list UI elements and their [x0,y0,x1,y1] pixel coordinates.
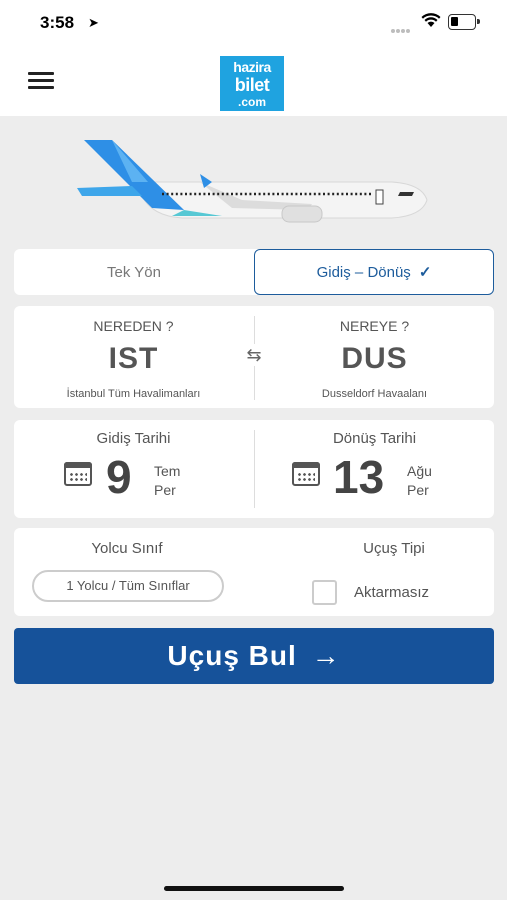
round-trip-label: Gidiş – Dönüş [316,263,411,281]
home-indicator[interactable] [164,886,344,891]
hamburger-menu-icon[interactable] [28,72,54,90]
logo-line-1: hazira [233,59,271,75]
location-arrow-icon: ➤ [88,15,99,30]
nonstop-label[interactable]: Aktarmasız [354,584,429,601]
departure-day: 9 [106,451,132,503]
destination-selector[interactable]: NEREYE ? DUS Dusseldorf Havaalanı [255,306,494,408]
origin-code: IST [108,342,159,375]
return-date-label: Dönüş Tarihi [332,430,417,447]
arrow-right-icon: → [311,640,341,671]
calendar-icon [64,462,92,486]
passenger-card: Yolcu Sınıf 1 Yolcu / Tüm Sınıflar Uçuş … [14,528,494,616]
destination-code: DUS [341,342,408,375]
airplane-illustration [77,140,428,223]
return-month-weekday: Ağu Per [407,462,432,500]
return-weekday: Per [407,482,429,498]
departure-date-label: Gidiş Tarihi [96,430,171,447]
logo-line-2: bilet [234,75,270,95]
departure-month: Tem [154,463,181,479]
search-button-label: Uçuş Bul [167,640,297,671]
passenger-class-selector[interactable]: 1 Yolcu / Tüm Sınıflar [32,570,224,602]
flight-type-label: Uçuş Tipi [363,540,425,557]
dates-card: Gidiş Tarihi 9 Tem Per Dönüş Tarihi 13 A… [14,420,494,518]
passenger-class-label: Yolcu Sınıf [91,540,163,557]
wifi-icon [421,13,441,27]
origin-selector[interactable]: NEREDEN ? IST İstanbul Tüm Havalimanları [14,306,253,408]
return-month: Ağu [407,463,432,479]
departure-date-selector[interactable]: Gidiş Tarihi 9 Tem Per [14,420,253,518]
swap-icon[interactable]: ⇆ [242,344,266,366]
trip-type-toggle: Tek Yön Gidiş – Dönüş ✓ [14,249,494,295]
status-bar: 3:58 ➤ [0,0,507,46]
route-card: NEREDEN ? IST İstanbul Tüm Havalimanları… [14,306,494,408]
status-time: 3:58 [40,13,75,32]
destination-label: NEREYE ? [339,318,410,334]
origin-airport: İstanbul Tüm Havalimanları [66,388,201,400]
departure-weekday: Per [154,482,176,498]
round-trip-option[interactable]: Gidiş – Dönüş ✓ [254,249,494,295]
checkmark-icon: ✓ [418,264,432,281]
return-date-selector[interactable]: Dönüş Tarihi 13 Ağu Per [255,420,494,518]
app-header: hazira bilet .com [0,46,507,116]
search-flights-button[interactable]: Uçuş Bul → [14,628,494,684]
signal-icon [391,20,411,38]
nonstop-checkbox[interactable] [312,580,337,605]
origin-label: NEREDEN ? [93,318,174,334]
destination-airport: Dusseldorf Havaalanı [321,388,428,400]
return-day: 13 [333,451,385,503]
one-way-option[interactable]: Tek Yön [14,249,254,295]
logo-line-3: .com [237,95,266,109]
departure-month-weekday: Tem Per [154,462,180,500]
hazirabilet-logo[interactable]: hazira bilet .com [220,56,284,111]
calendar-icon [292,462,320,486]
battery-icon [448,14,480,30]
